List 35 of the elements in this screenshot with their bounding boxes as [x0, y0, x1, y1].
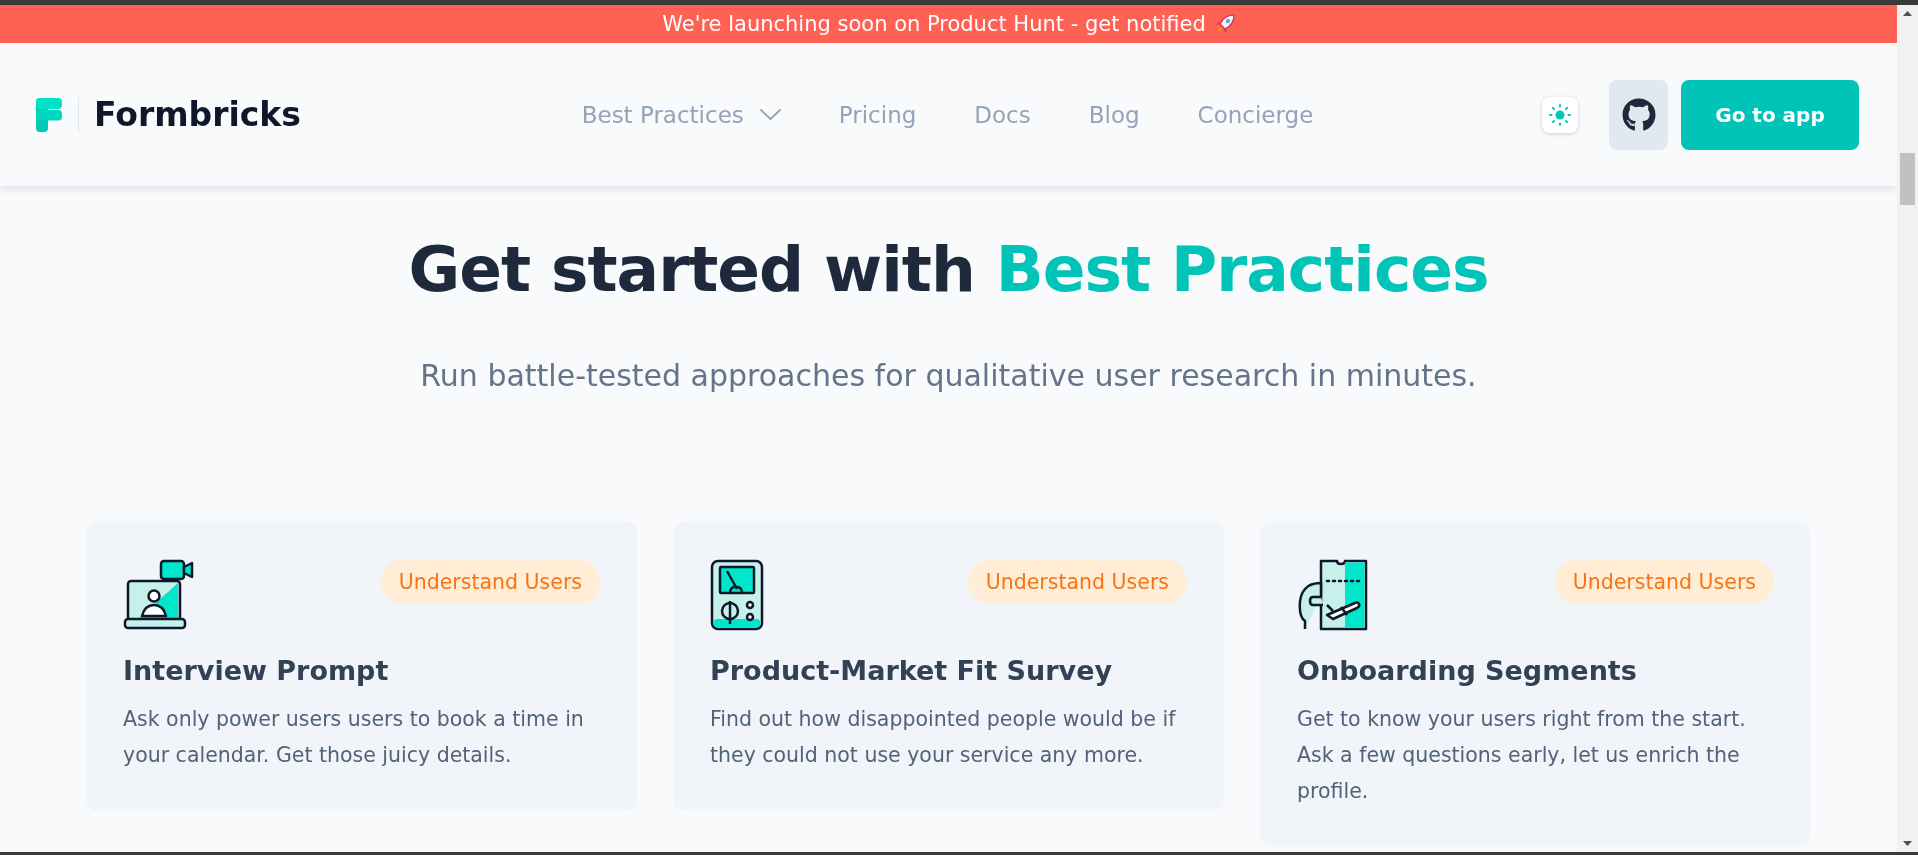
- practice-card[interactable]: Understand Users Product-Market Fit Survey Find out how disappointed people would be if they could not use your service any more.: [673, 521, 1224, 811]
- video-call-laptop-icon: [123, 559, 195, 631]
- logo-icon: [36, 97, 62, 132]
- card-description: Ask only power users users to book a time in your calendar. Get those juicy details.: [123, 706, 585, 769]
- page-subtitle: Run battle-tested approaches for qualitative user research in minutes.: [419, 358, 1478, 394]
- category-tag: Understand Users: [1554, 559, 1774, 604]
- category-tag: Understand Users: [380, 559, 600, 604]
- card-title: Onboarding Segments: [1297, 654, 1638, 688]
- nav-link[interactable]: Best Practices: [581, 101, 781, 128]
- scroll-down-arrow-icon[interactable]: [1903, 841, 1912, 846]
- nav-link[interactable]: Pricing: [838, 101, 917, 128]
- github-icon: [1621, 97, 1656, 132]
- sun-icon: [1549, 103, 1571, 126]
- nav-link[interactable]: Blog: [1088, 101, 1140, 128]
- category-tag: Understand Users: [967, 559, 1187, 604]
- rocket-icon: [1214, 14, 1235, 34]
- practice-card[interactable]: Understand Users Interview Prompt Ask only power users users to book a time in your calendar. Get those juicy details.: [86, 521, 637, 811]
- page-heading: Get started with Best Practices: [408, 232, 1489, 308]
- github-button[interactable]: [1609, 79, 1668, 150]
- scrollbar[interactable]: [1897, 5, 1918, 852]
- scroll-thumb[interactable]: [1900, 153, 1915, 205]
- nav-link[interactable]: Concierge: [1197, 101, 1314, 128]
- scroll-up-arrow-icon[interactable]: [1903, 11, 1912, 16]
- nav-link[interactable]: Docs: [974, 101, 1031, 128]
- logo-link[interactable]: Formbricks: [36, 95, 301, 134]
- card-description: Find out how disappointed people would be if they could not use your service any more.: [710, 706, 1177, 769]
- card-title: Product-Market Fit Survey: [710, 654, 1114, 688]
- ticket-in-hand-icon: [1297, 559, 1369, 631]
- meter-device-icon: [710, 559, 764, 631]
- announcement-link[interactable]: We're launching soon on Product Hunt - get notified: [662, 12, 1235, 36]
- theme-toggle-button[interactable]: [1542, 96, 1578, 133]
- card-description: Get to know your users right from the start. Ask a few questions early, let us enrich the profile.: [1297, 706, 1747, 805]
- card-title: Interview Prompt: [123, 654, 390, 688]
- go-to-app-button[interactable]: Go to app: [1681, 79, 1859, 150]
- practice-card[interactable]: Understand Users Onboarding Segments Get to know your users right from the start. Ask a few questions early, let us enrich the profile.: [1260, 521, 1811, 847]
